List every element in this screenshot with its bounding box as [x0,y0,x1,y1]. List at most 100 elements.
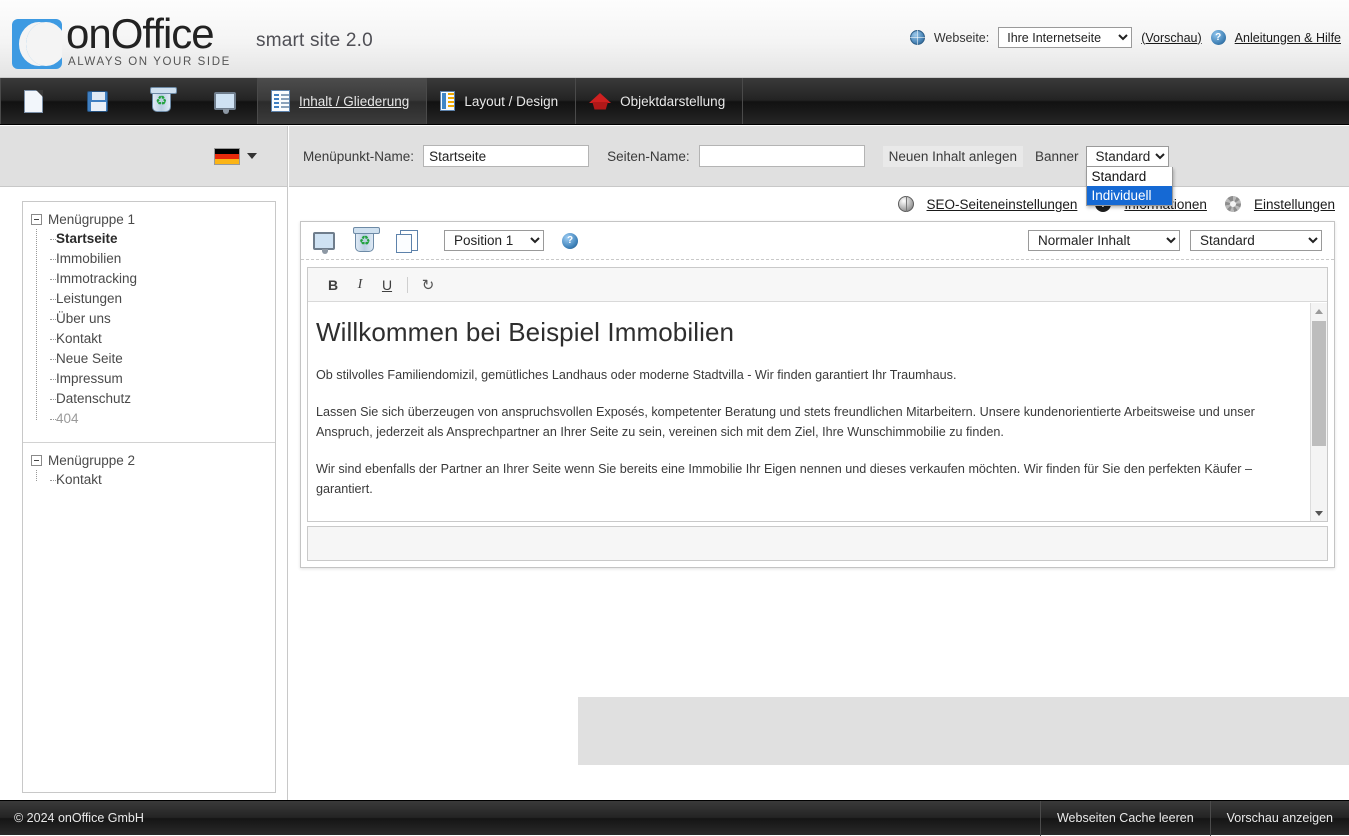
tree-group-header[interactable]: Menügruppe 1 [31,210,275,229]
show-preview-button[interactable]: Vorschau anzeigen [1209,800,1349,836]
tree-item-immotracking[interactable]: Immotracking [45,269,275,289]
copy-pages-icon[interactable] [396,230,418,253]
tree-item-404[interactable]: 404 [45,409,275,429]
tree-item-kontakt[interactable]: Kontakt [45,329,275,349]
menu-tree: Menügruppe 1 Startseite Immobilien Immot… [22,201,276,793]
clear-cache-button[interactable]: Webseiten Cache leeren [1039,800,1210,836]
seiten-label: Seiten-Name: [607,148,690,164]
editor-scrollbar[interactable] [1310,303,1327,521]
german-flag-icon[interactable] [214,147,240,165]
tab-label: Layout / Design [464,93,559,109]
monitor-preview-icon[interactable] [313,231,335,254]
new-content-button[interactable]: Neuen Inhalt anlegen [882,145,1023,167]
tree-item-list: Kontakt [31,470,275,490]
refresh-icon[interactable]: ↻ [417,274,439,296]
new-page-button[interactable] [1,78,65,124]
layout-design-icon [440,91,456,111]
bold-button[interactable]: B [322,274,344,296]
recycle-bin-button[interactable] [129,78,193,124]
tab-layout-design[interactable]: Layout / Design [427,78,575,124]
collapse-icon[interactable] [31,214,42,225]
tree-item-leistungen[interactable]: Leistungen [45,289,275,309]
help-circle-icon: ? [1210,30,1226,45]
underline-button[interactable]: U [376,274,398,296]
tree-group-1: Menügruppe 1 Startseite Immobilien Immot… [23,202,275,429]
banner-option-individuell[interactable]: Individuell [1086,185,1172,205]
object-presentation-icon [589,92,612,110]
chevron-down-icon[interactable] [247,153,257,159]
main-navbar: Inhalt / Gliederung Layout / Design Obje… [0,78,1349,125]
position-select[interactable]: Position 1 [444,230,544,251]
document-paragraph: Wir sind ebenfalls der Partner an Ihrer … [316,462,1252,496]
menupunkt-name-input[interactable] [423,145,590,167]
tree-item-startseite[interactable]: Startseite [45,229,275,249]
gear-icon [1224,196,1241,212]
einstellungen-link[interactable]: Einstellungen [1254,197,1335,212]
recycle-bin-icon[interactable] [353,226,380,252]
website-select[interactable]: Ihre Internetseite [998,27,1133,48]
tree-group-label: Menügruppe 2 [48,453,136,468]
tree-item-neue-seite[interactable]: Neue Seite [45,349,275,369]
toolbar-divider [407,276,408,293]
banner-dropdown-options: Standard Individuell [1085,166,1173,206]
logo-wordmark: onOffice [66,10,215,57]
page-tools-row: SEO-Seiteneinstellungen i Informationen … [289,187,1349,221]
sidebar-panel: Menügruppe 1 Startseite Immobilien Immot… [0,126,288,800]
document-title: Willkommen bei Beispiel Immobilien [316,317,735,347]
tree-group-2: Menügruppe 2 Kontakt [23,443,275,490]
content-block-toolbar: Position 1 ? Normaler Inhalt Standard [301,222,1334,260]
help-link[interactable]: Anleitungen & Hilfe [1235,31,1341,45]
header-controls: Webseite: Ihre Internetseite (Vorschau) … [909,27,1341,48]
menupunkt-label: Menüpunkt-Name: [303,148,415,164]
scroll-up-icon[interactable] [1311,303,1327,319]
seiten-name-input[interactable] [698,145,865,167]
tab-inhalt-gliederung[interactable]: Inhalt / Gliederung [258,78,427,124]
tree-group-label: Menügruppe 1 [48,212,136,227]
workspace: Menügruppe 1 Startseite Immobilien Immot… [0,126,1349,800]
preview-link[interactable]: (Vorschau) [1141,31,1201,45]
save-icon [86,90,108,112]
language-bar [0,126,287,187]
globe-icon [909,30,925,45]
globe-icon [897,196,914,212]
tree-item-datenschutz[interactable]: Datenschutz [45,389,275,409]
logo-mark-icon [12,18,62,69]
collapse-icon[interactable] [31,455,42,466]
editor-content-area[interactable]: Willkommen bei Beispiel Immobilien Ob st… [308,303,1310,521]
scroll-down-icon[interactable] [1311,505,1327,521]
content-type-select[interactable]: Normaler Inhalt [1028,230,1180,251]
app-header: onOffice ALWAYS ON YOUR SIDE smart site … [0,0,1349,78]
tab-objektdarstellung[interactable]: Objektdarstellung [576,78,742,124]
tree-item-kontakt-2[interactable]: Kontakt [45,470,275,490]
tree-group-header[interactable]: Menügruppe 2 [31,451,275,470]
seo-settings-link[interactable]: SEO-Seiteneinstellungen [927,197,1078,212]
tree-item-immobilien[interactable]: Immobilien [45,249,275,269]
tree-item-impressum[interactable]: Impressum [45,369,275,389]
save-button[interactable] [65,78,129,124]
page-form-bar: Menüpunkt-Name: Seiten-Name: Neuen Inhal… [289,126,1349,206]
document-paragraph: Lassen Sie sich überzeugen von anspruchs… [316,405,1255,439]
preview-monitor-icon [214,92,236,114]
banner-label: Banner [1034,148,1079,164]
onoffice-logo: onOffice ALWAYS ON YOUR SIDE [12,13,231,69]
tree-item-ueber-uns[interactable]: Über uns [45,309,275,329]
rich-text-editor: B I U ↻ Willkommen bei Beispiel Immobili… [307,267,1328,522]
tab-label: Objektdarstellung [620,93,726,109]
scrollbar-thumb[interactable] [1312,321,1326,446]
preview-monitor-button[interactable] [193,78,257,124]
page-background [578,697,1349,765]
editor-format-bar: B I U ↻ [308,268,1327,302]
banner-select-shell: Standard Standard Individuell [1085,145,1173,206]
banner-option-standard[interactable]: Standard [1087,167,1172,186]
tab-label: Inhalt / Gliederung [299,93,410,109]
app-footer: © 2024 onOffice GmbH Webseiten Cache lee… [0,800,1349,836]
help-circle-icon[interactable]: ? [562,232,578,249]
logo-tagline: ALWAYS ON YOUR SIDE [68,56,231,68]
content-block-footer [307,526,1328,561]
italic-button[interactable]: I [349,274,371,296]
content-style-select[interactable]: Standard [1190,230,1322,251]
recycle-bin-icon [149,87,177,112]
website-label: Webseite: [933,30,990,45]
banner-select[interactable]: Standard [1085,145,1169,167]
document-paragraph: Ob stilvolles Familiendomizil, gemütlich… [316,368,957,382]
